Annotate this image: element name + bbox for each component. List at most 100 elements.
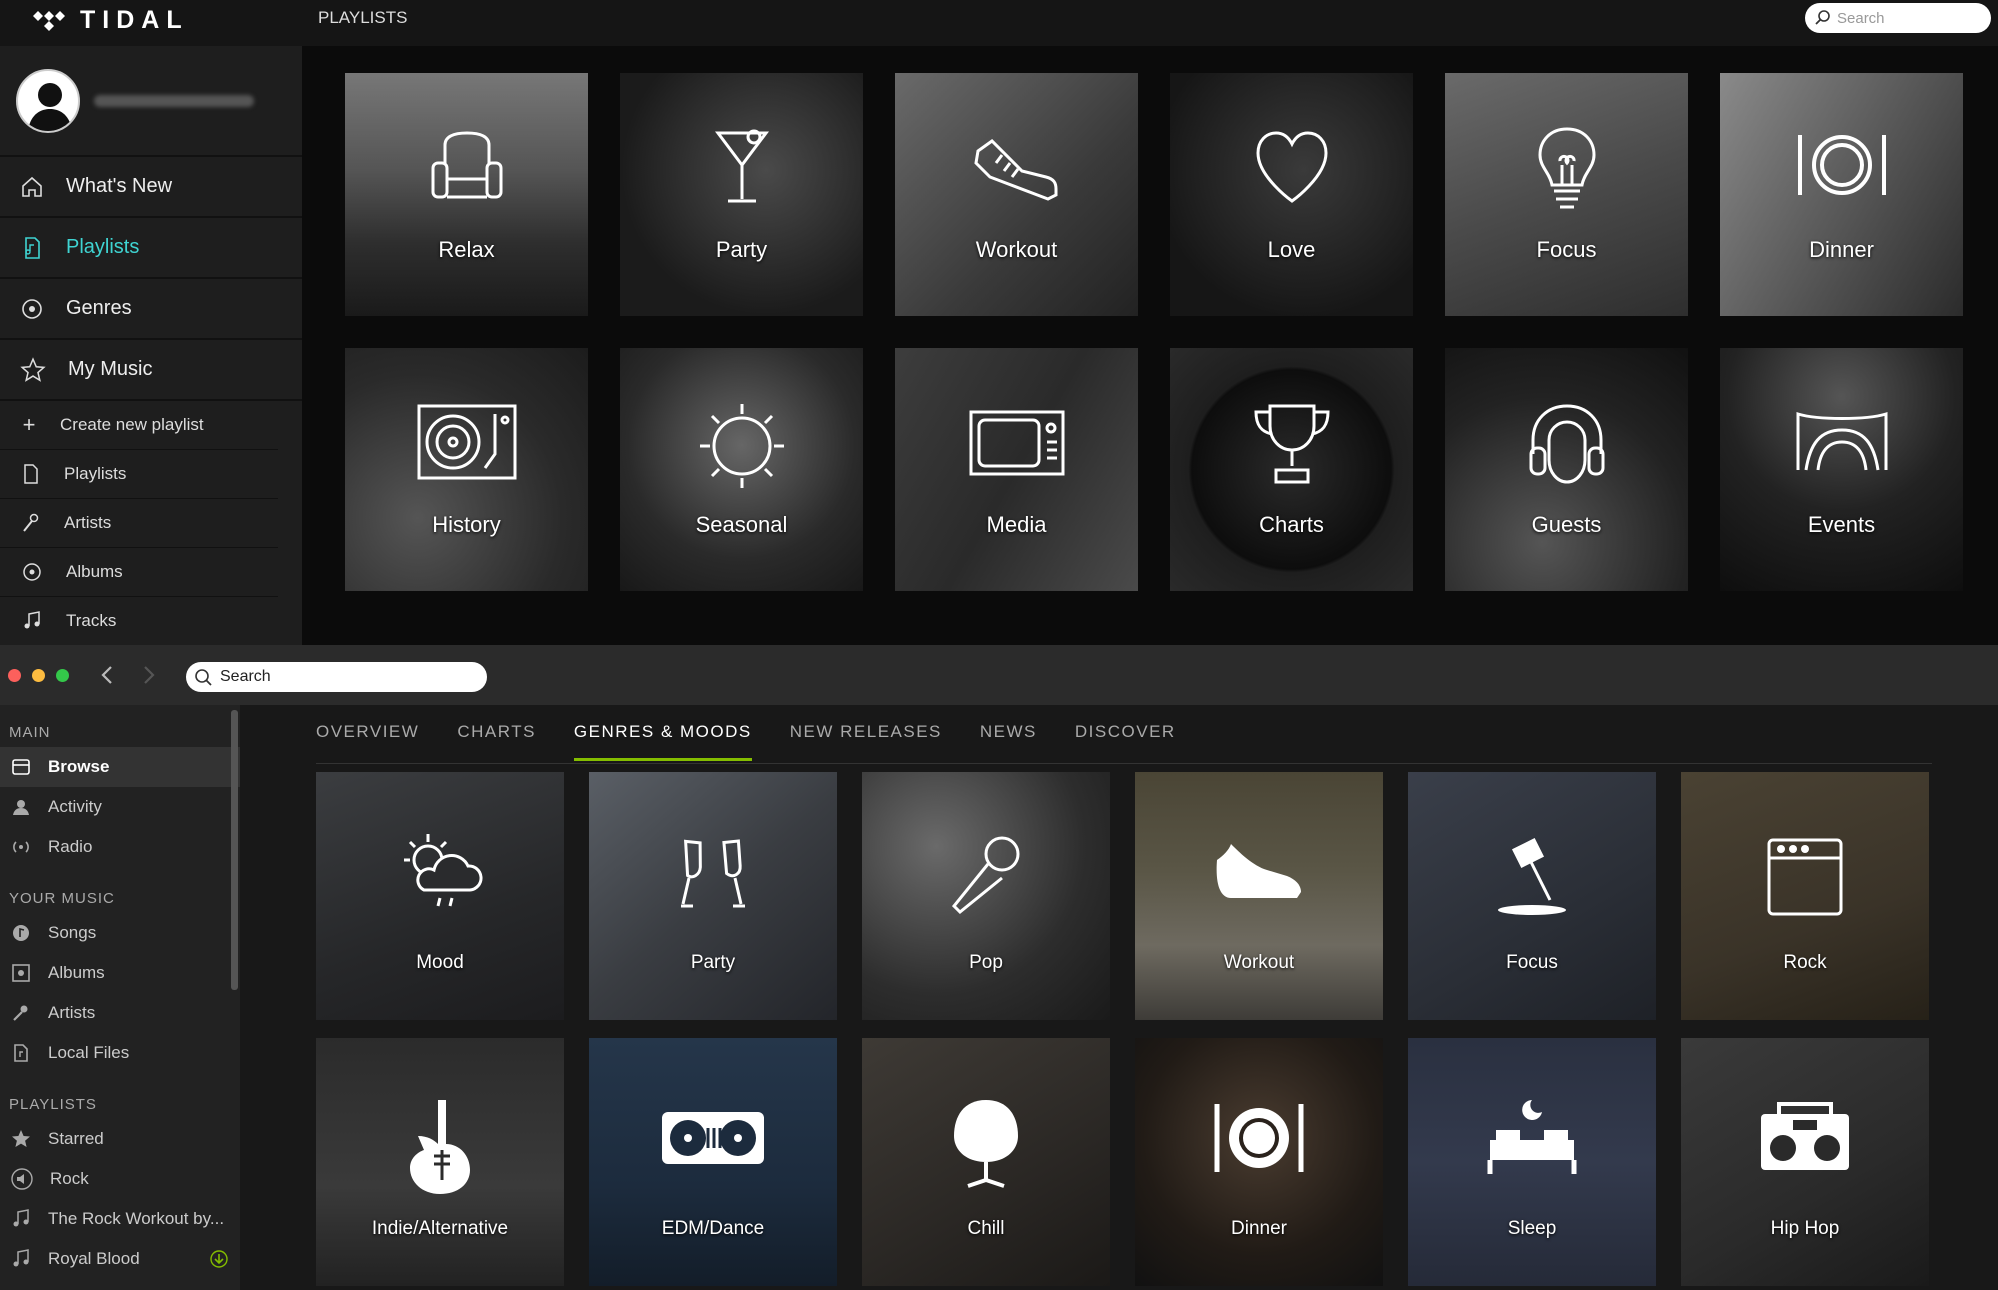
tile-rock[interactable]: Rock <box>1681 772 1929 1020</box>
sidebar-item-songs[interactable]: Songs <box>0 913 240 953</box>
tab-genres-moods[interactable]: GENRES & MOODS <box>573 722 752 761</box>
tile-focus[interactable]: Focus <box>1445 73 1688 316</box>
sidebar-item-rock[interactable]: Rock <box>0 1159 240 1199</box>
egg-chair-icon <box>954 1100 1018 1188</box>
sidebar-scrollbar[interactable] <box>231 710 238 990</box>
spotify-app: Search MAIN Browse Activity Radio YOUR M… <box>0 645 1998 1290</box>
tile-love[interactable]: Love <box>1170 73 1413 316</box>
tab-overview[interactable]: OVERVIEW <box>316 722 419 761</box>
download-icon[interactable] <box>210 1250 228 1268</box>
sneaker-icon <box>973 139 1057 201</box>
avatar[interactable] <box>16 68 80 133</box>
sub-nav-label: Artists <box>64 513 112 532</box>
desk-lamp-icon <box>1498 837 1566 915</box>
tile-guests[interactable]: Guests <box>1445 348 1688 591</box>
tile-label: Indie/Alternative <box>371 1218 509 1239</box>
tile-focus[interactable]: Focus <box>1408 772 1656 1020</box>
sidebar-item-browse[interactable]: Browse <box>0 747 240 787</box>
sidebar-item-starred[interactable]: Starred <box>0 1119 240 1159</box>
tile-label: Love <box>1267 237 1316 262</box>
tile-indie-alternative[interactable]: Indie/Alternative <box>316 1038 564 1286</box>
songs-icon <box>13 925 29 941</box>
tile-events[interactable]: Events <box>1720 348 1963 591</box>
sidebar-item-radio[interactable]: Radio <box>0 827 240 867</box>
close-window-button[interactable] <box>8 669 21 682</box>
tile-party[interactable]: Party <box>589 772 837 1020</box>
user-profile[interactable] <box>0 46 302 157</box>
tab-charts[interactable]: CHARTS <box>457 722 536 761</box>
sub-nav-artists[interactable]: Artists <box>0 499 278 548</box>
tile-dinner[interactable]: Dinner <box>1720 73 1963 316</box>
sidebar-item-label: Radio <box>48 837 93 856</box>
tab-news[interactable]: NEWS <box>980 722 1037 761</box>
sidebar-item-label: Starred <box>48 1129 104 1148</box>
tab-discover[interactable]: DISCOVER <box>1075 722 1176 761</box>
tile-charts[interactable]: Charts <box>1170 348 1413 591</box>
sub-nav-label: Create new playlist <box>60 415 204 434</box>
tile-label: History <box>432 512 501 537</box>
sidebar-item-artists[interactable]: Artists <box>0 993 240 1033</box>
tile-history[interactable]: History <box>345 348 588 591</box>
sub-nav-label: Playlists <box>64 464 127 483</box>
tile-edm-dance[interactable]: EDM/Dance <box>589 1038 837 1286</box>
tile-party[interactable]: Party <box>620 73 863 316</box>
sidebar-item-label: Local Files <box>48 1043 130 1062</box>
nav-my-music[interactable]: My Music <box>0 340 302 401</box>
tile-mood[interactable]: Mood <box>316 772 564 1020</box>
tile-label: Dinner <box>1809 237 1874 262</box>
create-playlist-button[interactable]: + Create new playlist <box>0 401 278 450</box>
album-icon <box>23 563 41 581</box>
tile-dinner[interactable]: Dinner <box>1135 1038 1383 1286</box>
search-icon <box>1815 10 1830 25</box>
sidebar-item-albums[interactable]: Albums <box>0 953 240 993</box>
playlist-icon <box>24 464 38 484</box>
nav-label: My Music <box>68 358 153 380</box>
minimize-window-button[interactable] <box>32 669 45 682</box>
tile-sleep[interactable]: Sleep <box>1408 1038 1656 1286</box>
search-input[interactable]: Search <box>186 662 487 692</box>
search-placeholder: Search <box>220 668 271 685</box>
nav-playlists[interactable]: Playlists <box>0 218 302 279</box>
star-icon <box>20 356 46 382</box>
file-icon <box>14 1044 28 1062</box>
sidebar-item-local-files[interactable]: Local Files <box>0 1033 240 1073</box>
nav-genres[interactable]: Genres <box>0 279 302 340</box>
tile-label: Party <box>715 237 768 262</box>
tile-workout[interactable]: Workout <box>895 73 1138 316</box>
search-input[interactable]: Search <box>1805 3 1991 33</box>
sub-nav-albums[interactable]: Albums <box>0 548 278 597</box>
sub-nav-playlists[interactable]: Playlists <box>0 450 278 499</box>
bed-icon <box>1487 1100 1577 1174</box>
sidebar-item-royal-blood[interactable]: Royal Blood <box>0 1239 240 1279</box>
forward-arrow-icon[interactable] <box>142 665 156 685</box>
tile-hip-hop[interactable]: Hip Hop <box>1681 1038 1929 1286</box>
tidal-logo[interactable]: TIDAL <box>32 6 189 35</box>
tile-pop[interactable]: Pop <box>862 772 1110 1020</box>
section-header-playlists: PLAYLISTS <box>9 1095 97 1113</box>
tile-label: Dinner <box>1231 1218 1287 1239</box>
sub-nav-label: Albums <box>66 562 123 581</box>
plus-icon: + <box>22 412 36 437</box>
sneaker-icon <box>1216 844 1301 898</box>
tile-seasonal[interactable]: Seasonal <box>620 348 863 591</box>
sidebar-item-label: Songs <box>48 923 97 942</box>
artist-icon <box>13 1005 28 1021</box>
tab-new-releases[interactable]: NEW RELEASES <box>790 722 942 761</box>
sidebar-item-activity[interactable]: Activity <box>0 787 240 827</box>
champagne-icon <box>681 839 745 908</box>
tile-chill[interactable]: Chill <box>862 1038 1110 1286</box>
tile-media[interactable]: Media <box>895 348 1138 591</box>
back-arrow-icon[interactable] <box>100 665 114 685</box>
maximize-window-button[interactable] <box>56 669 69 682</box>
nav-whats-new[interactable]: What's New <box>0 157 302 218</box>
plate-icon <box>1214 1104 1304 1172</box>
tile-workout[interactable]: Workout <box>1135 772 1383 1020</box>
genres-icon <box>22 298 42 319</box>
sidebar-item-label: Albums <box>48 963 105 982</box>
sub-nav-tracks[interactable]: Tracks <box>0 597 278 646</box>
sidebar-item-rock-workout[interactable]: The Rock Workout by... <box>0 1199 240 1239</box>
stage-icon <box>1796 411 1887 471</box>
sidebar-item-label: Browse <box>48 757 110 776</box>
tile-relax[interactable]: Relax <box>345 73 588 316</box>
tile-label: Workout <box>975 237 1058 262</box>
